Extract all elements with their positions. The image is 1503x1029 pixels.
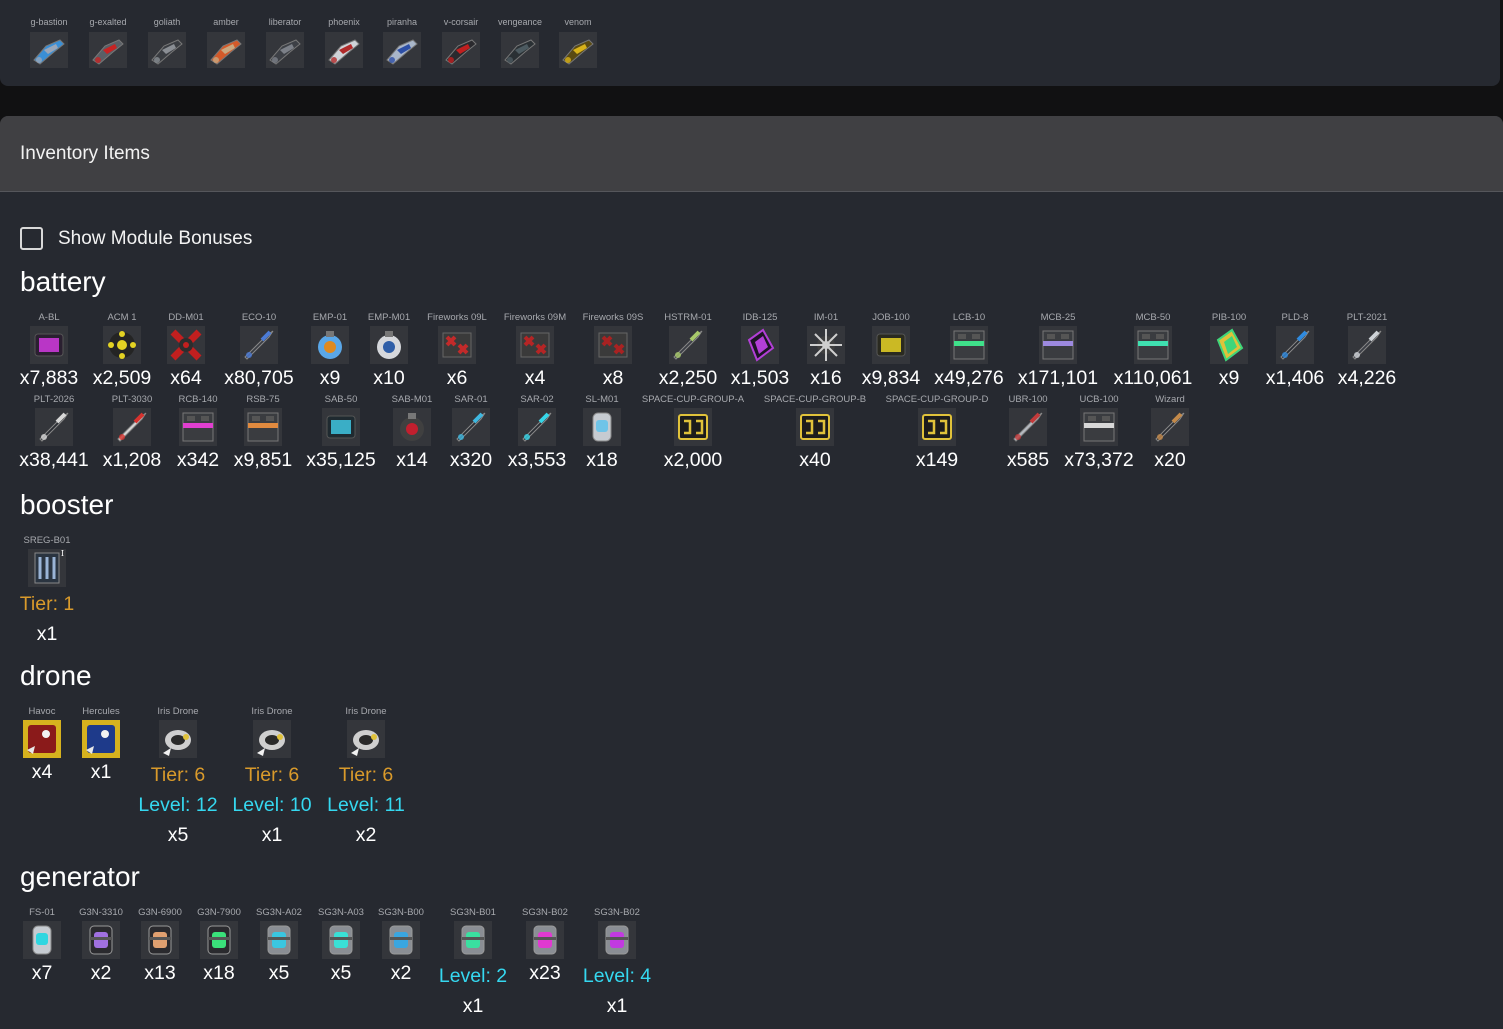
ship-v-corsair[interactable]: v-corsair	[431, 16, 491, 68]
inventory-item[interactable]: PLT-2021 x4,226	[1307, 312, 1427, 391]
show-module-bonuses-toggle[interactable]: Show Module Bonuses	[20, 227, 252, 250]
firework-box-icon	[438, 326, 476, 364]
ship-icon	[442, 32, 480, 68]
ship-icon	[325, 32, 363, 68]
iris-drone-icon	[253, 720, 291, 758]
ship-vengeance[interactable]: vengeance	[490, 16, 550, 68]
crate-icon	[950, 326, 988, 364]
ship-icon	[30, 32, 68, 68]
ship-phoenix[interactable]: phoenix	[314, 16, 374, 68]
item-quantity: x4,226	[1337, 367, 1397, 389]
category-heading-booster: booster	[20, 489, 114, 520]
cup-box-icon	[674, 408, 712, 446]
ship-name: phoenix	[328, 17, 360, 27]
ship-amber[interactable]: amber	[196, 16, 256, 68]
tier-label: Tier: 6	[338, 764, 394, 786]
inventory-item[interactable]: SPACE-CUP-GROUP-A x2,000	[633, 394, 753, 473]
ship-name: venom	[564, 17, 592, 27]
item-quantity: x20	[1154, 449, 1186, 471]
ship-name: v-corsair	[443, 17, 479, 27]
ship-goliath[interactable]: goliath	[137, 16, 197, 68]
iris-drone-icon	[347, 720, 385, 758]
inventory-title: Inventory Items	[20, 142, 150, 164]
tier-label: Tier: 1	[19, 593, 75, 615]
firework-box-icon	[594, 326, 632, 364]
generator-icon	[598, 921, 636, 959]
item-quantity: x2	[355, 824, 377, 846]
item-name: SREG-B01	[23, 535, 71, 546]
level-label: Level: 11	[327, 794, 405, 816]
rocket-icon	[35, 408, 73, 446]
ship-icon	[383, 32, 421, 68]
ship-icon	[148, 32, 186, 68]
ship-g-exalted[interactable]: g-exalted	[78, 16, 138, 68]
inventory-item[interactable]: SREG-B01 I Tier: 1 x1	[0, 535, 107, 649]
firework-box-icon	[516, 326, 554, 364]
rocket-icon	[1348, 326, 1386, 364]
show-module-bonuses-label: Show Module Bonuses	[58, 227, 253, 249]
box-icon	[872, 326, 910, 364]
item-name: Wizard	[1155, 394, 1185, 405]
ship-name: piranha	[386, 17, 418, 27]
ship-icon	[559, 32, 597, 68]
item-name: SG3N-B02	[594, 907, 640, 918]
item-quantity: x40	[799, 449, 831, 471]
canister-icon	[583, 408, 621, 446]
item-name: Iris Drone	[345, 706, 387, 717]
inventory-item[interactable]: Iris Drone Tier: 6 Level: 11 x2	[306, 706, 426, 850]
ships-panel: g-bastion g-exalted goliath amber libera…	[0, 0, 1500, 86]
inventory-item[interactable]: SG3N-B02 Level: 4 x1	[557, 907, 677, 1021]
item-quantity: x1	[36, 623, 58, 645]
item-name: SPACE-CUP-GROUP-A	[641, 394, 745, 405]
crate-icon	[1134, 326, 1172, 364]
ship-name: amber	[213, 17, 239, 27]
ship-icon	[89, 32, 127, 68]
category-heading-battery: battery	[20, 266, 106, 297]
inventory-header: Inventory Items	[0, 116, 1503, 192]
ship-g-bastion[interactable]: g-bastion	[19, 16, 79, 68]
cup-box-icon	[918, 408, 956, 446]
drone-design-icon	[82, 720, 120, 758]
item-name: SPACE-CUP-GROUP-B	[763, 394, 867, 405]
item-name: PLT-2021	[1346, 312, 1388, 323]
booster-icon: I	[28, 549, 66, 587]
inventory-item[interactable]: SPACE-CUP-GROUP-B x40	[755, 394, 875, 473]
cup-box-icon	[796, 408, 834, 446]
ship-icon	[207, 32, 245, 68]
ship-name: g-exalted	[89, 17, 127, 27]
inventory-panel: Inventory Items Show Module Bonuses batt…	[0, 116, 1503, 1029]
item-quantity: x1	[462, 995, 484, 1017]
iris-drone-icon	[159, 720, 197, 758]
ship-venom[interactable]: venom	[548, 16, 608, 68]
rocket-icon	[1151, 408, 1189, 446]
ship-name: vengeance	[497, 17, 543, 27]
inventory-item[interactable]: Wizard x20	[1110, 394, 1230, 473]
ship-name: goliath	[153, 17, 181, 27]
category-heading-generator: generator	[20, 861, 140, 892]
crate-icon	[1039, 326, 1077, 364]
tier-badge: I	[60, 549, 64, 558]
ship-icon	[266, 32, 304, 68]
show-module-bonuses-checkbox[interactable]	[20, 227, 43, 250]
ship-piranha[interactable]: piranha	[372, 16, 432, 68]
category-heading-drone: drone	[20, 660, 92, 691]
ship-name: liberator	[268, 17, 302, 27]
item-quantity: x1	[606, 995, 628, 1017]
ship-name: g-bastion	[30, 17, 68, 27]
item-quantity: x2,000	[663, 449, 723, 471]
crate-icon	[244, 408, 282, 446]
level-label: Level: 4	[582, 965, 652, 987]
ship-icon	[501, 32, 539, 68]
ship-liberator[interactable]: liberator	[255, 16, 315, 68]
